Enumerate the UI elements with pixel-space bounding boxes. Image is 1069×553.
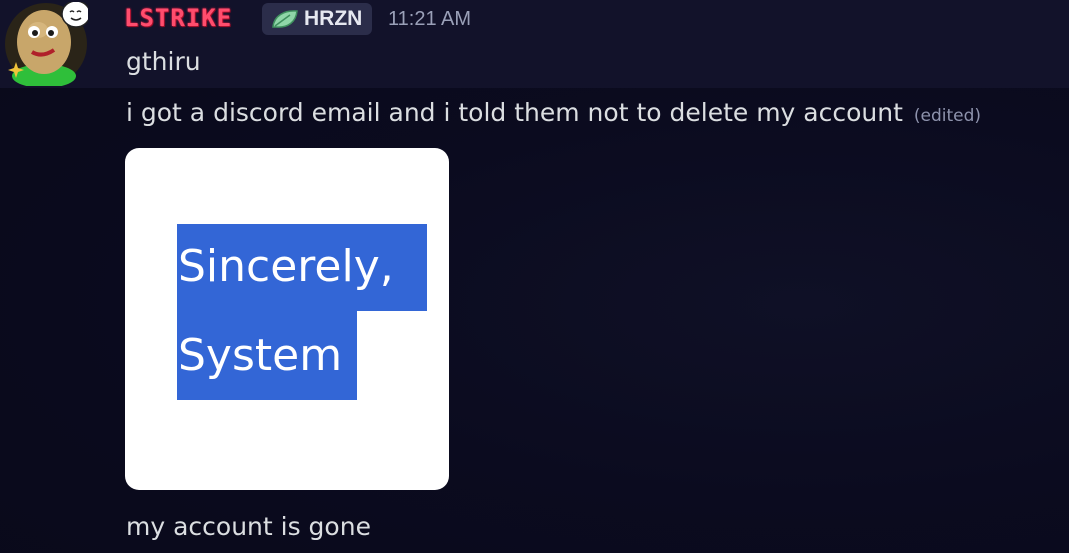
edited-label[interactable]: (edited) — [914, 106, 981, 126]
attachment-text-line: Sincerely, — [178, 241, 394, 292]
leaf-icon — [272, 10, 298, 28]
attachment-text-line: System — [178, 330, 343, 381]
message-line: my account is gone — [126, 512, 371, 541]
server-tag[interactable]: HRZN — [262, 3, 372, 35]
message-line-text: i got a discord email and i told them no… — [126, 98, 903, 127]
message-timestamp[interactable]: 11:21 AM — [388, 8, 471, 31]
bald-character-avatar-icon — [5, 2, 88, 86]
image-attachment[interactable]: Sincerely, System — [125, 148, 449, 490]
username[interactable]: LSTRIKE — [124, 4, 232, 32]
server-tag-label: HRZN — [304, 7, 363, 30]
message-line-edited: i got a discord email and i told them no… — [126, 98, 981, 127]
avatar[interactable] — [4, 2, 88, 86]
message-line: gthiru — [126, 47, 201, 76]
